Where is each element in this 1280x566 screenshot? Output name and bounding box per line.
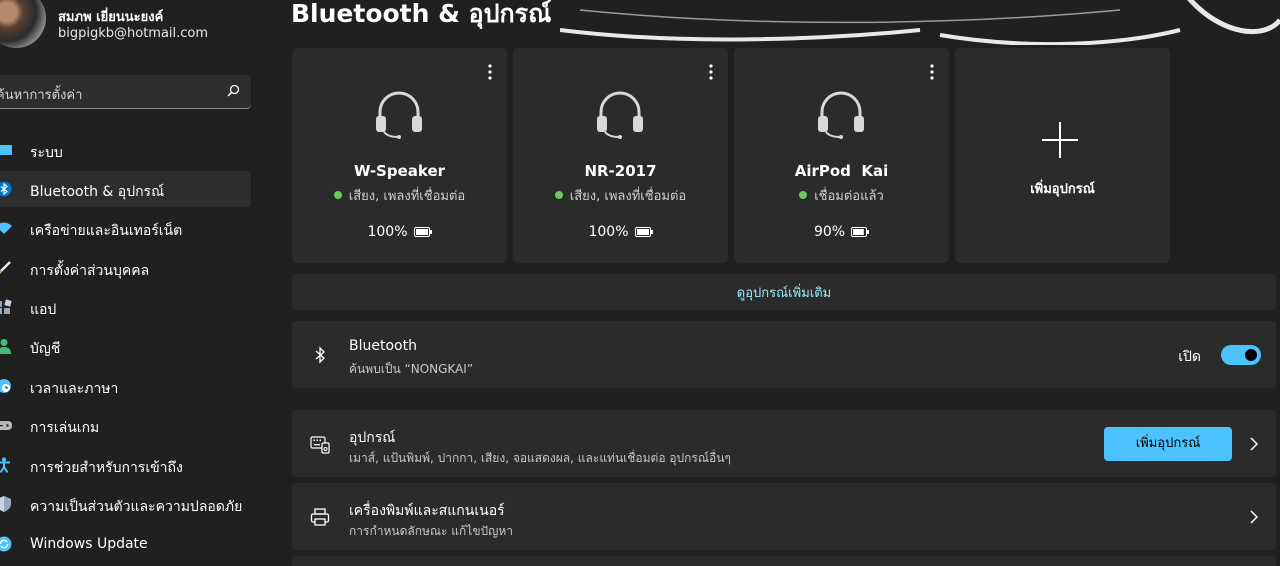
shield-icon <box>0 496 11 512</box>
toggle-knob <box>1245 349 1257 361</box>
battery-percent: 100% <box>588 224 629 240</box>
battery-percent: 100% <box>367 224 408 240</box>
toggle-state-label: เปิด <box>1178 349 1201 365</box>
headset-icon <box>597 91 643 139</box>
sidebar-item-label: เวลาและภาษา <box>30 381 119 397</box>
device-name: W-Speaker <box>353 162 446 180</box>
wifi-icon <box>0 222 12 234</box>
battery-icon <box>851 227 870 237</box>
bluetooth-toggle[interactable] <box>1221 345 1261 365</box>
globe-clock-icon <box>0 379 11 393</box>
sidebar-item-label: แอป <box>30 302 57 318</box>
battery-percent: 90% <box>813 224 846 240</box>
row-subtitle: การกำหนดลักษณะ แก้ไขปัญหา <box>349 524 514 538</box>
sidebar-item-accessibility[interactable]: การช่วยสำหรับการเข้าถึง <box>0 447 251 483</box>
row-title: เครื่องพิมพ์และสแกนเนอร์ <box>349 503 505 519</box>
row-subtitle: เมาส์, แป้นพิมพ์, ปากกา, เสียง, จอแสดงผล… <box>349 451 731 465</box>
sidebar-item-label: ความเป็นส่วนตัวและความปลอดภัย <box>30 499 243 515</box>
sidebar-item-personalization[interactable]: การตั้งค่าส่วนบุคคล <box>0 250 251 286</box>
connected-dot-icon <box>333 191 342 199</box>
sidebar-item-label: การเล่นเกม <box>30 420 100 436</box>
sidebar-item-label: การตั้งค่าส่วนบุคคล <box>30 263 150 279</box>
printer-icon <box>310 508 330 526</box>
battery-level: 90% <box>734 224 949 240</box>
battery-icon <box>413 227 432 237</box>
sidebar-item-label: การช่วยสำหรับการเข้าถึง <box>30 460 183 476</box>
wallpaper-decoration <box>560 0 1280 45</box>
device-status: เสียง, เพลงที่เชื่อมต่อ <box>513 185 728 206</box>
person-icon <box>0 339 11 354</box>
bluetooth-setting-row: Bluetooth ค้นพบเป็น “NONGKAI” เปิด <box>292 321 1276 388</box>
plus-icon <box>1042 122 1078 158</box>
sidebar-item-gaming[interactable]: การเล่นเกม <box>0 407 251 443</box>
bluetooth-icon <box>315 346 325 364</box>
devices-setting-row[interactable]: อุปกรณ์ เมาส์, แป้นพิมพ์, ปากกา, เสียง, … <box>292 410 1276 477</box>
keyboard-devices-icon <box>310 436 330 454</box>
user-profile[interactable]: สมภพ เยี่ยนนะยงค์ bigpigkb@hotmail.com <box>0 0 262 52</box>
connected-dot-icon <box>799 191 808 199</box>
sidebar-item-time-language[interactable]: เวลาและภาษา <box>0 368 251 404</box>
update-icon <box>0 536 12 552</box>
row-title: Bluetooth <box>349 338 417 354</box>
profile-name: สมภพ เยี่ยนนะยงค์ <box>58 10 164 25</box>
battery-level: 100% <box>513 224 728 240</box>
sidebar-item-apps[interactable]: แอป <box>0 289 251 325</box>
more-options-icon[interactable] <box>708 64 714 80</box>
sidebar-item-network[interactable]: เครือข่ายและอินเทอร์เน็ต <box>0 210 251 246</box>
page-title: Bluetooth & อุปกรณ์ <box>291 0 552 28</box>
accessibility-icon <box>0 457 10 473</box>
add-device-label: เพิ่มอุปกรณ์ <box>1030 182 1095 197</box>
sidebar-item-accounts[interactable]: บัญชี <box>0 328 251 364</box>
sidebar-item-system[interactable]: ระบบ <box>0 132 251 168</box>
headset-icon <box>818 91 864 139</box>
bluetooth-icon <box>0 181 12 197</box>
sidebar-item-label: Bluetooth & อุปกรณ์ <box>30 184 165 200</box>
next-setting-row[interactable] <box>292 556 1276 566</box>
more-options-icon[interactable] <box>487 64 493 80</box>
apps-icon <box>0 299 12 314</box>
chevron-right-icon <box>1250 437 1258 451</box>
avatar <box>0 0 46 48</box>
device-name: AirPod Kai <box>794 162 889 180</box>
sidebar-item-windows-update[interactable]: Windows Update <box>0 526 251 562</box>
sidebar-item-label: ระบบ <box>30 145 63 161</box>
view-more-devices-link[interactable]: ดูอุปกรณ์เพิ่มเติม <box>737 286 831 301</box>
device-status: เสียง, เพลงที่เชื่อมต่อ <box>292 185 507 206</box>
gamepad-icon <box>0 421 12 430</box>
sidebar-item-label: เครือข่ายและอินเทอร์เน็ต <box>30 223 183 239</box>
device-card[interactable]: AirPod Kai เชื่อมต่อแล้ว 90% <box>734 48 949 263</box>
chevron-right-icon <box>1250 510 1258 524</box>
add-device-button[interactable]: เพิ่มอุปกรณ์ <box>1104 427 1232 461</box>
sidebar-item-label: Windows Update <box>30 536 148 552</box>
battery-level: 100% <box>292 224 507 240</box>
add-device-card[interactable]: เพิ่มอุปกรณ์ <box>955 48 1170 263</box>
sidebar-item-bluetooth[interactable]: Bluetooth & อุปกรณ์ <box>0 171 251 207</box>
brush-icon <box>0 261 11 275</box>
device-status: เชื่อมต่อแล้ว <box>734 185 949 206</box>
row-title: อุปกรณ์ <box>349 430 396 446</box>
sidebar-item-label: บัญชี <box>30 341 61 357</box>
search-input[interactable]: ค้นหาการตั้งค่า <box>0 75 251 109</box>
device-status-text: เสียง, เพลงที่เชื่อมต่อ <box>348 189 466 204</box>
device-status-text: เชื่อมต่อแล้ว <box>814 189 884 204</box>
search-placeholder: ค้นหาการตั้งค่า <box>0 88 83 103</box>
device-card[interactable]: NR-2017 เสียง, เพลงที่เชื่อมต่อ 100% <box>513 48 728 263</box>
device-name: NR-2017 <box>584 162 657 180</box>
device-status-text: เสียง, เพลงที่เชื่อมต่อ <box>569 189 687 204</box>
device-card[interactable]: W-Speaker เสียง, เพลงที่เชื่อมต่อ 100% <box>292 48 507 263</box>
battery-icon <box>634 227 653 237</box>
connected-dot-icon <box>554 191 563 199</box>
view-more-devices-bar[interactable]: ดูอุปกรณ์เพิ่มเติม <box>292 274 1276 310</box>
headset-icon <box>376 91 422 139</box>
sidebar-item-privacy[interactable]: ความเป็นส่วนตัวและความปลอดภัย <box>0 486 251 522</box>
row-subtitle: ค้นพบเป็น “NONGKAI” <box>349 362 474 376</box>
more-options-icon[interactable] <box>929 64 935 80</box>
sidebar: สมภพ เยี่ยนนะยงค์ bigpigkb@hotmail.com ค… <box>0 0 262 566</box>
printers-setting-row[interactable]: เครื่องพิมพ์และสแกนเนอร์ การกำหนดลักษณะ … <box>292 483 1276 550</box>
search-icon <box>227 84 240 97</box>
monitor-icon <box>0 145 12 155</box>
profile-email: bigpigkb@hotmail.com <box>58 26 209 41</box>
